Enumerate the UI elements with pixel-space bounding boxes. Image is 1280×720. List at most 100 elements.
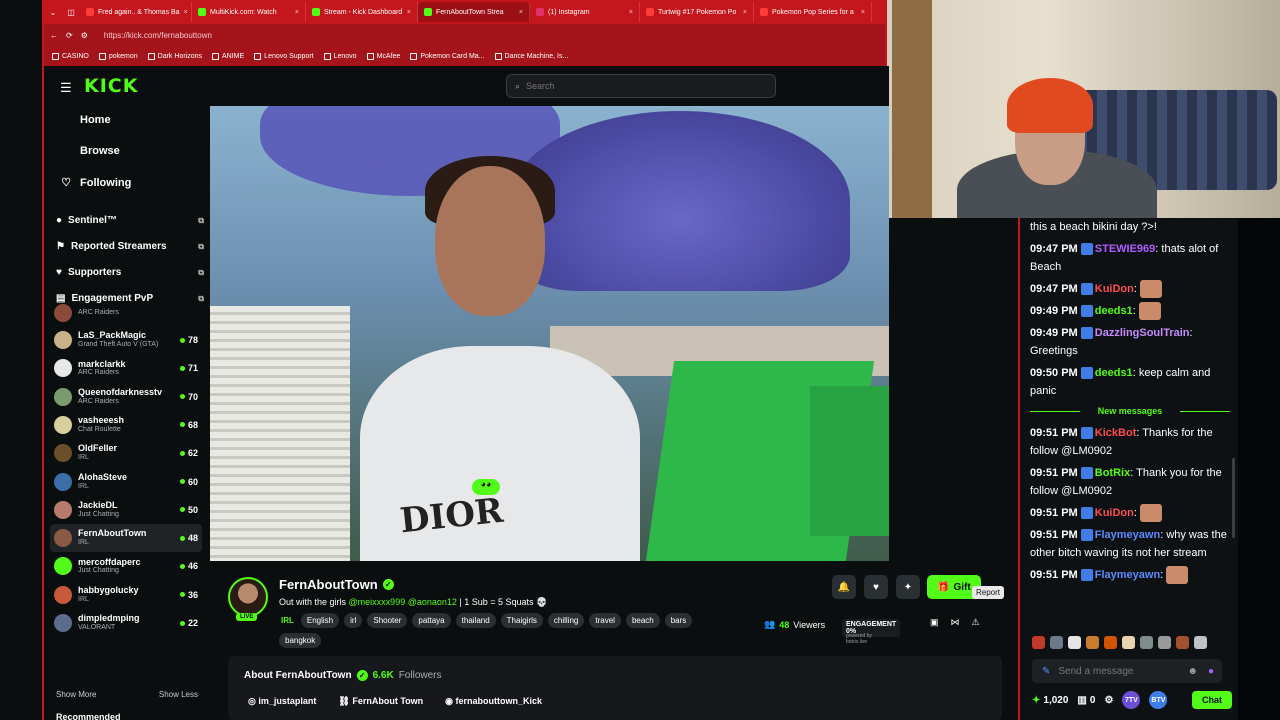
- sidebar-streamer[interactable]: OldFeller IRL 62: [50, 439, 202, 467]
- browser-tab[interactable]: Stream - Kick Dashboard ×: [306, 2, 418, 22]
- emote-icon[interactable]: [1194, 636, 1207, 649]
- stream-tag[interactable]: beach: [625, 613, 660, 628]
- emote-icon[interactable]: [1050, 636, 1063, 649]
- close-icon[interactable]: ×: [743, 9, 747, 16]
- notification-bell-icon[interactable]: 🔔: [832, 575, 856, 599]
- bookmark-item[interactable]: pokemon: [98, 52, 138, 60]
- emoji-icon[interactable]: ☻: [1187, 666, 1198, 677]
- chat-username[interactable]: KuiDon: [1095, 507, 1134, 519]
- browser-tab[interactable]: FernAboutTown Strea ×: [418, 2, 530, 22]
- stream-tag[interactable]: travel: [589, 613, 621, 628]
- search-box[interactable]: ⌕: [506, 74, 776, 98]
- mention-link[interactable]: @meixxxx999: [349, 597, 406, 607]
- sidebar-streamer[interactable]: vasheeesh Chat Roulette 68: [50, 411, 202, 439]
- chat-username[interactable]: Flaymeyawn: [1095, 569, 1160, 581]
- show-less-button[interactable]: Show Less: [159, 690, 198, 699]
- points[interactable]: ✦ 1,020: [1032, 695, 1068, 706]
- stream-tag[interactable]: English: [300, 613, 340, 628]
- sidebar-streamer[interactable]: FernAboutTown IRL 48: [50, 524, 202, 553]
- follow-heart-icon[interactable]: ♥: [864, 575, 888, 599]
- category-link[interactable]: IRL: [279, 613, 296, 628]
- section-engagement[interactable]: ▤ Engagement PvP ⧉: [56, 293, 204, 304]
- chat-username[interactable]: KuiDon: [1095, 283, 1134, 295]
- kick-logo[interactable]: KICK: [84, 75, 138, 97]
- close-icon[interactable]: ×: [407, 9, 411, 16]
- social-link[interactable]: ◎ im_justaplant: [248, 696, 316, 707]
- bookmark-item[interactable]: McAfee: [366, 52, 400, 60]
- sidebar-streamer[interactable]: dimpledmping VALORANT 22: [50, 609, 202, 637]
- external-link-icon[interactable]: ⧉: [198, 242, 204, 252]
- site-info-icon[interactable]: ⚙: [81, 31, 88, 40]
- report-icon[interactable]: ⚠: [972, 617, 980, 628]
- emote-icon[interactable]: [1032, 636, 1045, 649]
- bookmark-item[interactable]: ANIME: [212, 52, 244, 60]
- sidebar-streamer[interactable]: JackieDL Just Chatting 50: [50, 496, 202, 524]
- channel-name[interactable]: FernAboutTown ✓: [279, 577, 394, 592]
- emote-icon[interactable]: [1122, 636, 1135, 649]
- section-reported[interactable]: ⚑ Reported Streamers ⧉: [56, 241, 204, 252]
- sparkle-icon[interactable]: ✦: [896, 575, 920, 599]
- search-input[interactable]: [526, 81, 727, 91]
- drops[interactable]: ▥ 0: [1077, 695, 1095, 706]
- reload-icon[interactable]: ⟳: [66, 31, 73, 40]
- bookmark-item[interactable]: Lenovo Support: [254, 52, 314, 60]
- emote-icon[interactable]: [1140, 636, 1153, 649]
- close-icon[interactable]: ×: [861, 9, 865, 16]
- emote-icon[interactable]: [1086, 636, 1099, 649]
- chat-username[interactable]: deeds1: [1095, 305, 1133, 317]
- close-icon[interactable]: ×: [629, 9, 633, 16]
- chat-input[interactable]: [1058, 665, 1169, 677]
- bookmark-item[interactable]: CASINO: [52, 52, 89, 60]
- section-supporters[interactable]: ♥ Supporters ⧉: [56, 267, 204, 278]
- close-icon[interactable]: ×: [184, 9, 188, 16]
- streamer-partial[interactable]: ARC Raiders: [50, 304, 202, 322]
- chat-username[interactable]: STEWIE969: [1095, 243, 1156, 255]
- back-icon[interactable]: ←: [50, 31, 58, 40]
- browser-tab[interactable]: (1) Instagram ×: [530, 2, 640, 22]
- nav-home[interactable]: Home: [60, 114, 111, 126]
- sidebar-streamer[interactable]: Queenofdarknesstv ARC Raiders 70: [50, 383, 202, 411]
- tab-list-icon[interactable]: ⌄: [44, 8, 62, 17]
- sidebar-streamer[interactable]: AlohaSteve IRL 60: [50, 468, 202, 496]
- bookmark-item[interactable]: Pokemon Card Ma...: [410, 52, 485, 60]
- emote-icon[interactable]: [1068, 636, 1081, 649]
- stream-tag[interactable]: Thaigirls: [500, 613, 543, 628]
- emote-icon[interactable]: [1104, 636, 1117, 649]
- bookmark-item[interactable]: Dark Horizons: [147, 52, 202, 60]
- stream-tag[interactable]: bars: [664, 613, 693, 628]
- channel-avatar[interactable]: [228, 577, 268, 617]
- stream-tag[interactable]: bangkok: [279, 633, 322, 648]
- stream-tag[interactable]: Shooter: [367, 613, 408, 628]
- nav-following[interactable]: ♡ Following: [60, 176, 131, 190]
- browser-tab[interactable]: Fred again.. & Thomas Ba ×: [80, 2, 192, 22]
- emote-picker-icon[interactable]: ●: [1208, 666, 1214, 677]
- browser-tab[interactable]: Pokemon Pop Series for a ×: [754, 2, 872, 22]
- show-more-button[interactable]: Show More: [56, 690, 96, 699]
- mention-link[interactable]: @aonaon12: [408, 597, 457, 607]
- stream-tag[interactable]: pattaya: [412, 613, 451, 628]
- browser-tab[interactable]: Turtwig #17 Pokemon Po ×: [640, 2, 754, 22]
- chat-username[interactable]: Flaymeyawn: [1095, 529, 1160, 541]
- external-link-icon[interactable]: ⧉: [198, 268, 204, 278]
- nav-browse[interactable]: Browse: [60, 145, 120, 157]
- url-text[interactable]: https://kick.com/fernabouttown: [104, 31, 212, 40]
- emote-icon[interactable]: [1176, 636, 1189, 649]
- chat-username[interactable]: DazzlingSoulTrain: [1095, 327, 1190, 339]
- share-icon[interactable]: ⋈: [951, 617, 960, 628]
- chat-username[interactable]: BotRix: [1095, 467, 1130, 479]
- 7tv-button[interactable]: 7TV: [1122, 691, 1141, 709]
- sidebar-streamer[interactable]: LaS_PackMagic Grand Theft Auto V (GTA) 78: [50, 326, 202, 354]
- chat-username[interactable]: KickBot: [1095, 427, 1137, 439]
- close-icon[interactable]: ×: [519, 9, 523, 16]
- bookmark-item[interactable]: Lenovo: [323, 52, 357, 60]
- extensions-icon[interactable]: ◫: [62, 8, 80, 17]
- bookmark-item[interactable]: Dance Machine, Is...: [494, 52, 568, 60]
- stream-tag[interactable]: chilling: [547, 613, 585, 628]
- sidebar-streamer[interactable]: markclarkk ARC Raiders 71: [50, 354, 202, 382]
- social-link[interactable]: ◉ fernabouttown_Kick: [445, 696, 542, 707]
- chat-username[interactable]: deeds1: [1095, 367, 1133, 379]
- browser-tab[interactable]: MultiKick.com: Watch ×: [192, 2, 306, 22]
- menu-icon[interactable]: ☰: [60, 80, 72, 96]
- section-sentinel[interactable]: ● Sentinel™ ⧉: [56, 215, 204, 226]
- chat-input-box[interactable]: ✎ ☻ ●: [1032, 659, 1222, 683]
